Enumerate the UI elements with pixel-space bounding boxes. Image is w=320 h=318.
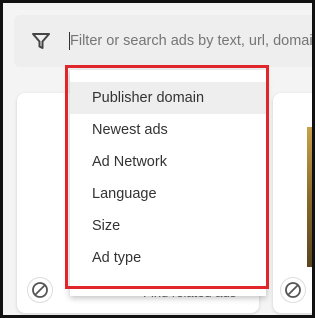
menu-item-ad-type[interactable]: Ad type <box>70 242 266 274</box>
ad-thumbnail[interactable] <box>307 127 312 267</box>
block-icon[interactable] <box>28 278 52 302</box>
filter-dropdown-menu: Publisher domain Newest ads Ad Network L… <box>70 70 266 296</box>
search-bar <box>14 15 312 67</box>
menu-item-newest-ads[interactable]: Newest ads <box>70 114 266 146</box>
filter-funnel-icon[interactable] <box>31 31 51 51</box>
search-input[interactable] <box>68 28 312 54</box>
menu-item-language[interactable]: Language <box>70 178 266 210</box>
menu-item-ad-network[interactable]: Ad Network <box>70 146 266 178</box>
block-icon[interactable] <box>281 278 305 302</box>
text-caret <box>69 32 70 50</box>
screenshot-frame: Find related ads Publisher domain Newest… <box>0 0 315 318</box>
menu-item-size[interactable]: Size <box>70 210 266 242</box>
menu-item-publisher-domain[interactable]: Publisher domain <box>70 82 266 114</box>
